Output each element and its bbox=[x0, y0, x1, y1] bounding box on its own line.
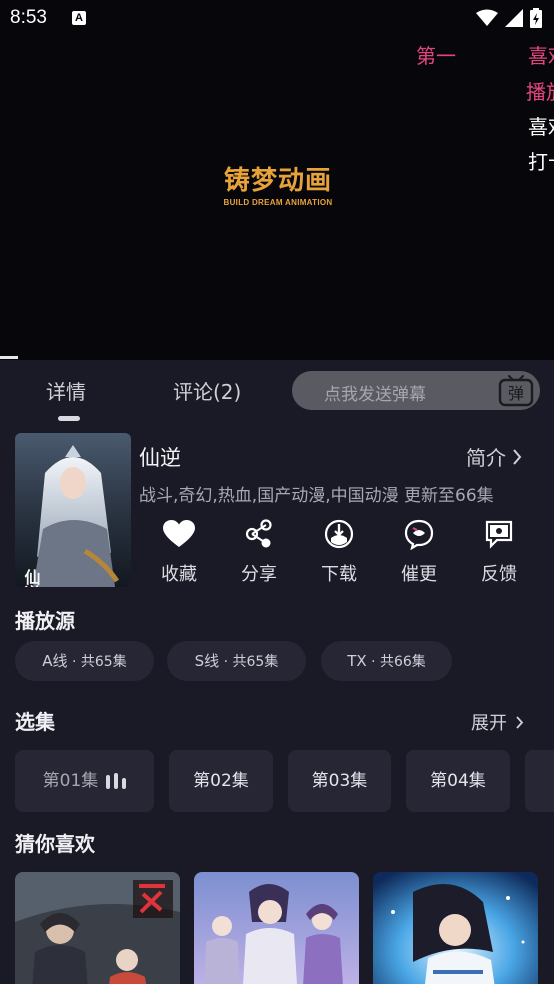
urge-update-button[interactable]: 催更 bbox=[379, 516, 459, 586]
danmaku-item: 打卡 bbox=[528, 150, 554, 174]
episodes-heading: 选集 bbox=[15, 710, 55, 734]
danmaku-item: 播放 bbox=[526, 80, 554, 104]
tab-indicator bbox=[58, 416, 80, 421]
episode-item-more[interactable] bbox=[525, 750, 554, 812]
chevron-right-icon bbox=[513, 448, 522, 465]
system-icons bbox=[476, 8, 542, 28]
wifi-icon bbox=[476, 9, 498, 26]
show-tags: 战斗,奇幻,热血,国产动漫,中国动漫 更新至66集 bbox=[139, 486, 494, 506]
episodes-expand-button[interactable]: 展开 bbox=[471, 709, 524, 735]
recommend-thumbnail bbox=[373, 872, 538, 984]
heart-icon bbox=[163, 520, 195, 547]
danmaku-input-placeholder: 点我发送弹幕 bbox=[324, 385, 426, 405]
video-player[interactable]: 8:53 A 第一 喜欢 播放 喜欢 打卡 铸梦动画 BUILD DREAM A… bbox=[0, 0, 554, 360]
notification-icon: A bbox=[72, 11, 86, 25]
status-time: 8:53 bbox=[10, 7, 47, 28]
episode-item-01[interactable]: 第01集 bbox=[15, 750, 154, 812]
video-progress-bar[interactable] bbox=[0, 356, 18, 359]
share-label: 分享 bbox=[241, 564, 277, 585]
source-chip-s[interactable]: S线 · 共65集 bbox=[167, 641, 306, 681]
signal-icon bbox=[505, 9, 523, 27]
source-chip-a[interactable]: A线 · 共65集 bbox=[15, 641, 154, 681]
feedback-label: 反馈 bbox=[481, 564, 517, 585]
studio-logo: 铸梦动画 BUILD DREAM ANIMATION bbox=[216, 160, 340, 207]
svg-text:弹: 弹 bbox=[508, 384, 524, 403]
episode-item-02[interactable]: 第02集 bbox=[169, 750, 273, 812]
studio-logo-en: BUILD DREAM ANIMATION bbox=[223, 198, 333, 207]
tab-detail[interactable]: 详情 bbox=[46, 376, 86, 405]
show-poster[interactable]: 仙逆 bbox=[15, 433, 131, 587]
episode-item-03[interactable]: 第03集 bbox=[288, 750, 391, 812]
recommend-thumbnail bbox=[15, 872, 180, 984]
recommend-heading: 猜你喜欢 bbox=[15, 832, 95, 856]
favorite-label: 收藏 bbox=[161, 564, 197, 585]
urge-icon bbox=[404, 519, 434, 550]
chevron-right-icon bbox=[516, 715, 524, 729]
poster-image: 仙逆 bbox=[15, 433, 131, 587]
download-label: 下载 bbox=[321, 564, 357, 585]
svg-text:仙逆: 仙逆 bbox=[22, 568, 41, 587]
intro-link[interactable]: 简介 bbox=[466, 442, 522, 471]
battery-icon bbox=[530, 8, 542, 28]
favorite-button[interactable]: 收藏 bbox=[139, 516, 219, 586]
source-chip-tx[interactable]: TX · 共66集 bbox=[321, 641, 452, 681]
recommend-card[interactable] bbox=[373, 872, 538, 984]
studio-logo-cn: 铸梦动画 bbox=[223, 166, 332, 196]
urge-label: 催更 bbox=[401, 564, 437, 585]
recommend-thumbnail bbox=[194, 872, 359, 984]
danmaku-item: 喜欢 bbox=[528, 115, 554, 139]
danmaku-item: 第一 bbox=[416, 44, 456, 68]
feedback-button[interactable]: 反馈 bbox=[459, 516, 539, 586]
episode-item-04[interactable]: 第04集 bbox=[406, 750, 510, 812]
danmaku-send-icon[interactable]: 弹 bbox=[496, 373, 536, 408]
expand-label: 展开 bbox=[471, 713, 507, 734]
download-button[interactable]: 下载 bbox=[299, 516, 379, 586]
intro-label: 简介 bbox=[466, 446, 506, 470]
status-bar: 8:53 A bbox=[0, 0, 554, 38]
danmaku-item: 喜欢 bbox=[528, 44, 554, 68]
share-icon bbox=[245, 519, 272, 548]
sources-heading: 播放源 bbox=[15, 609, 75, 633]
recommend-card[interactable] bbox=[15, 872, 180, 984]
show-title: 仙逆 bbox=[139, 446, 181, 470]
tab-comments[interactable]: 评论(2) bbox=[173, 376, 241, 405]
share-button[interactable]: 分享 bbox=[219, 516, 299, 586]
danmaku-input[interactable]: 点我发送弹幕 弹 bbox=[292, 371, 540, 410]
feedback-icon bbox=[485, 520, 513, 549]
download-icon bbox=[324, 519, 354, 549]
playing-icon bbox=[106, 773, 127, 789]
recommend-card[interactable] bbox=[194, 872, 359, 984]
action-row: 收藏 分享 下载 催更 反馈 bbox=[139, 516, 539, 588]
